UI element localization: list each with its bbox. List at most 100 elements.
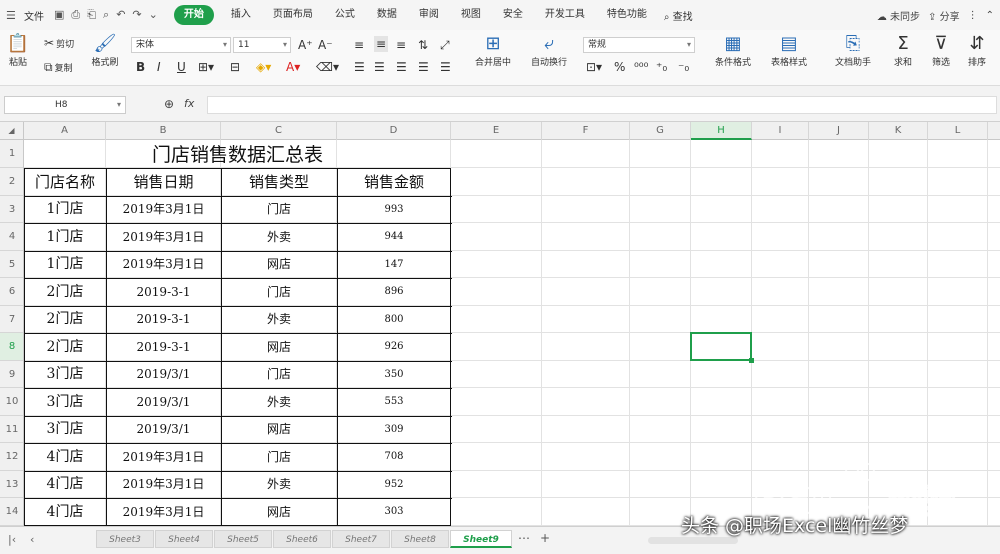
thousands-icon[interactable]: ⁰⁰⁰ [634, 59, 648, 75]
row-header-11[interactable]: 11 [0, 416, 23, 443]
align-left-icon[interactable]: ☰ [354, 59, 365, 75]
table-cell[interactable]: 门店 [221, 361, 337, 388]
wrap-text-button[interactable]: ⤶ 自动换行 [524, 33, 574, 68]
column-header-g[interactable]: G [630, 122, 691, 140]
table-cell[interactable]: 网店 [221, 251, 337, 278]
table-cell[interactable]: 952 [337, 471, 451, 498]
column-header-h[interactable]: H [691, 122, 752, 140]
justify-icon[interactable]: ☰ [418, 59, 429, 75]
table-cell[interactable]: 896 [337, 278, 451, 306]
column-header-i[interactable]: I [752, 122, 809, 140]
tab-2[interactable]: 页面布局 [262, 5, 324, 25]
column-header-k[interactable]: K [869, 122, 928, 140]
table-cell[interactable]: 外卖 [221, 223, 337, 251]
print-icon[interactable]: ⎗ [87, 8, 96, 22]
sheet-tab-sheet8[interactable]: Sheet8 [391, 530, 449, 548]
percent-icon[interactable]: % [614, 59, 625, 75]
table-cell[interactable]: 2019-3-1 [106, 333, 221, 361]
tab-5[interactable]: 审阅 [408, 5, 450, 25]
table-cell[interactable]: 门店 [221, 196, 337, 223]
sheet-tab-sheet7[interactable]: Sheet7 [332, 530, 390, 548]
table-cell[interactable]: 4门店 [24, 498, 106, 526]
sheet-tab-sheet9[interactable]: Sheet9 [450, 530, 512, 548]
underline-button[interactable]: U [177, 59, 186, 75]
orientation-icon[interactable]: ⤢ [440, 37, 450, 53]
sum-button[interactable]: Σ 求和 [886, 33, 920, 68]
font-size-select[interactable]: 11 [233, 37, 291, 53]
table-cell[interactable]: 2019年3月1日 [106, 251, 221, 278]
tab-6[interactable]: 视图 [450, 5, 492, 25]
border-icon[interactable]: ⊞▾ [198, 59, 214, 75]
decrease-decimal-icon[interactable]: ⁻₀ [678, 59, 689, 75]
table-cell[interactable]: 3门店 [24, 388, 106, 416]
column-header-d[interactable]: D [337, 122, 451, 140]
tab-8[interactable]: 开发工具 [534, 5, 596, 25]
distributed-icon[interactable]: ☰ [440, 59, 451, 75]
row-header-14[interactable]: 14 [0, 498, 23, 526]
italic-button[interactable]: I [157, 59, 161, 75]
tab-0[interactable]: 开始 [173, 5, 214, 25]
column-header-j[interactable]: J [809, 122, 869, 140]
table-title[interactable]: 门店销售数据汇总表 [24, 140, 451, 168]
table-cell[interactable]: 2019年3月1日 [106, 223, 221, 251]
table-cell[interactable]: 708 [337, 443, 451, 471]
row-header-3[interactable]: 3 [0, 196, 23, 223]
column-header-c[interactable]: C [221, 122, 337, 140]
table-cell[interactable]: 2019-3-1 [106, 278, 221, 306]
more-menu-icon[interactable]: ⋮ [968, 10, 978, 21]
fill-color-icon[interactable]: ◈▾ [256, 59, 271, 75]
format-painter-button[interactable]: 🖌 格式刷 [88, 33, 122, 68]
tab-1[interactable]: 插入 [220, 5, 262, 25]
table-cell[interactable]: 外卖 [221, 388, 337, 416]
copy-button[interactable]: ⧉ 复制 [44, 60, 73, 75]
font-name-select[interactable]: 宋体 [131, 37, 231, 53]
align-top-icon[interactable]: ≡ [354, 37, 364, 53]
tab-9[interactable]: 特色功能 [596, 5, 658, 25]
table-cell[interactable]: 2门店 [24, 306, 106, 333]
table-cell[interactable]: 1门店 [24, 196, 106, 223]
table-cell[interactable]: 门店 [221, 278, 337, 306]
row-header-1[interactable]: 1 [0, 140, 23, 168]
table-cell[interactable]: 外卖 [221, 471, 337, 498]
table-header-cell[interactable]: 销售日期 [106, 168, 221, 196]
table-cell[interactable]: 2门店 [24, 333, 106, 361]
table-cell[interactable]: 350 [337, 361, 451, 388]
sort-button[interactable]: ⇵ 排序 [960, 33, 994, 68]
clear-format-icon[interactable]: ⌫▾ [316, 59, 339, 75]
table-cell[interactable]: 2019/3/1 [106, 361, 221, 388]
cut-button[interactable]: ✂ 剪切 [44, 36, 74, 50]
table-cell[interactable]: 网店 [221, 333, 337, 361]
table-cell[interactable]: 309 [337, 416, 451, 443]
table-cell[interactable]: 147 [337, 251, 451, 278]
insert-function-button[interactable]: fx [184, 97, 194, 110]
dropdown-icon[interactable]: ⌄ [149, 8, 158, 22]
table-cell[interactable]: 3门店 [24, 416, 106, 443]
row-header-6[interactable]: 6 [0, 278, 23, 306]
row-header-13[interactable]: 13 [0, 471, 23, 498]
table-cell[interactable]: 2019/3/1 [106, 416, 221, 443]
formula-input[interactable] [207, 96, 997, 114]
table-header-cell[interactable]: 销售类型 [221, 168, 337, 196]
sheet-tab-sheet6[interactable]: Sheet6 [273, 530, 331, 548]
conditional-format-button[interactable]: ▦ 条件格式 [708, 33, 758, 68]
align-center-icon[interactable]: ☰ [374, 59, 385, 75]
row-header-10[interactable]: 10 [0, 388, 23, 416]
merge-cells-icon[interactable]: ⊟ [230, 59, 240, 75]
table-cell[interactable]: 1门店 [24, 251, 106, 278]
table-cell[interactable]: 926 [337, 333, 451, 361]
table-header-cell[interactable]: 销售金额 [337, 168, 451, 196]
zoom-icon[interactable]: ⊕ [164, 97, 174, 111]
horizontal-scrollbar[interactable] [648, 537, 738, 544]
row-header-4[interactable]: 4 [0, 223, 23, 251]
row-header-8[interactable]: 8 [0, 333, 23, 361]
tab-7[interactable]: 安全 [492, 5, 534, 25]
save-icon[interactable]: ▣ [54, 8, 64, 22]
tab-4[interactable]: 数据 [366, 5, 408, 25]
table-cell[interactable]: 网店 [221, 416, 337, 443]
table-header-cell[interactable]: 门店名称 [24, 168, 106, 196]
bold-button[interactable]: B [136, 59, 145, 75]
search-command[interactable]: ⌕ 查找 [664, 8, 693, 23]
prev-sheet-icon[interactable]: ‹ [30, 533, 34, 546]
column-header-b[interactable]: B [106, 122, 221, 140]
table-cell[interactable]: 2门店 [24, 278, 106, 306]
